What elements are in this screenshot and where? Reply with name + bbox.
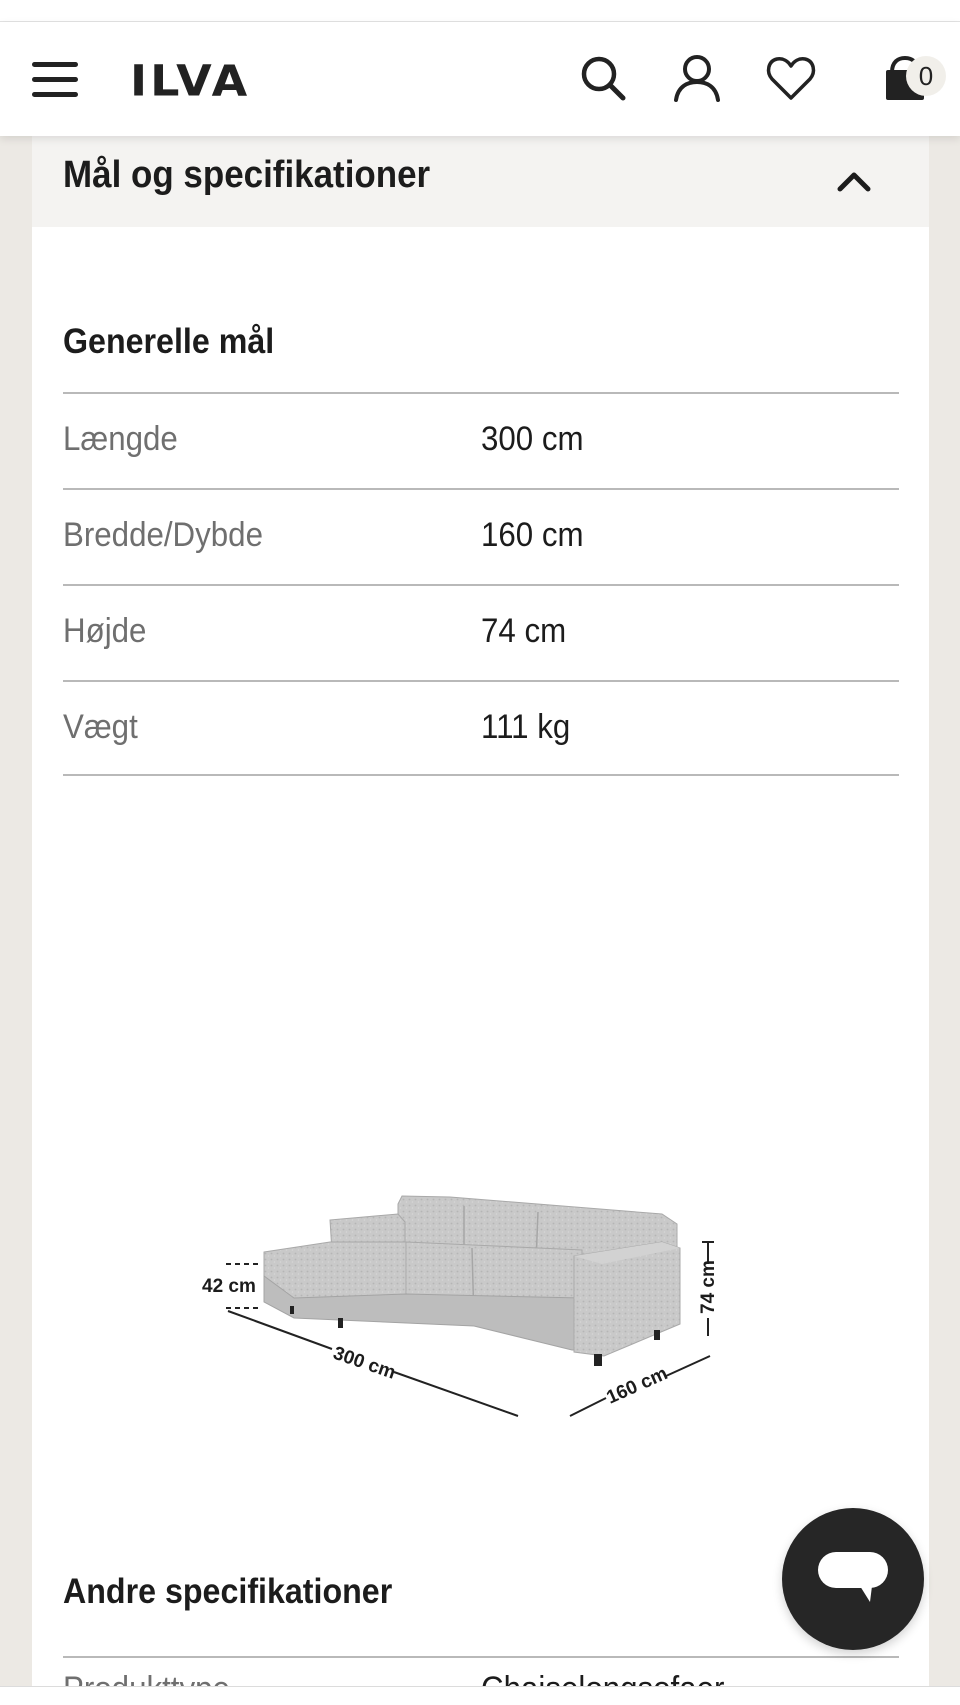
sofa-dimension-diagram: 42 cm 300 cm 160 cm 74 cm (162, 1036, 802, 1436)
spec-value: 160 cm (481, 516, 584, 554)
spec-value: 111 kg (481, 708, 571, 746)
user-icon[interactable] (670, 52, 724, 106)
chevron-up-icon[interactable] (834, 162, 874, 202)
accordion-title: Mål og specifikationer (63, 154, 431, 196)
depth-label: 160 cm (603, 1363, 670, 1408)
seat-height-label: 42 cm (202, 1276, 256, 1297)
site-header: ILVA 0 (0, 22, 960, 136)
chat-bubble-icon (818, 1552, 888, 1602)
cart-count-badge: 0 (906, 56, 946, 96)
status-strip (0, 0, 960, 22)
accordion-header[interactable]: Mål og specifikationer (32, 136, 929, 227)
chat-button[interactable] (782, 1508, 924, 1650)
spec-value: 74 cm (481, 612, 567, 650)
spec-label: Længde (63, 420, 178, 458)
logo[interactable]: ILVA (130, 60, 250, 102)
spec-label: Bredde/Dybde (63, 516, 263, 554)
menu-icon[interactable] (32, 60, 78, 100)
heart-icon[interactable] (764, 52, 818, 106)
bottom-bar (0, 1686, 960, 1705)
table-row: Vægt 111 kg (63, 680, 899, 776)
spec-label: Højde (63, 612, 147, 650)
specifications-panel: Mål og specifikationer Generelle mål Læn… (32, 136, 929, 1705)
table-row: Længde 300 cm (63, 392, 899, 488)
general-dimensions-table: Længde 300 cm Bredde/Dybde 160 cm Højde … (63, 392, 899, 776)
other-specifications-title: Andre specifikationer (63, 1572, 393, 1611)
table-row: Bredde/Dybde 160 cm (63, 488, 899, 584)
general-dimensions-title: Generelle mål (63, 322, 275, 361)
search-icon[interactable] (576, 52, 630, 106)
spec-value: 300 cm (481, 420, 584, 458)
spec-label: Vægt (63, 708, 138, 746)
height-label: 74 cm (698, 1260, 719, 1314)
length-label: 300 cm (330, 1343, 398, 1384)
table-row: Højde 74 cm (63, 584, 899, 680)
